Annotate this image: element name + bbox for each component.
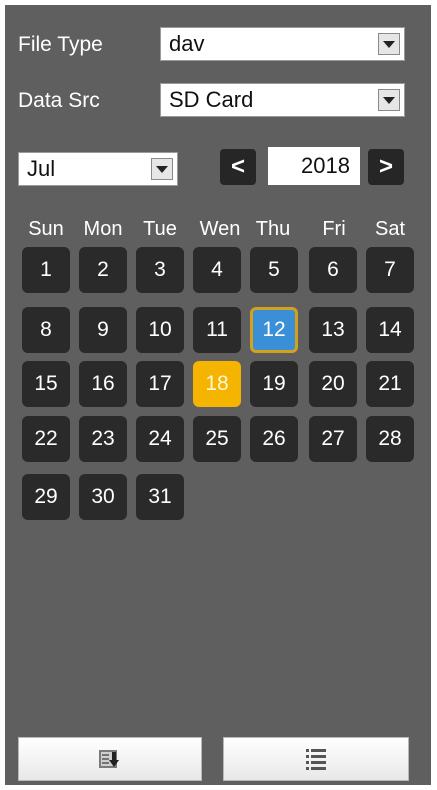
data-src-value: SD Card — [169, 87, 254, 112]
weekday-sat: Sat — [374, 218, 406, 240]
calendar-day-15[interactable]: 15 — [22, 361, 70, 407]
file-list-button[interactable] — [223, 737, 409, 781]
calendar-day-17[interactable]: 17 — [136, 361, 184, 407]
file-type-label: File Type — [18, 33, 103, 56]
month-select[interactable]: Jul — [18, 152, 178, 186]
calendar-day-16[interactable]: 16 — [79, 361, 127, 407]
chevron-right-icon: > — [378, 153, 393, 180]
calendar-day-14[interactable]: 14 — [366, 307, 414, 353]
calendar-day-1[interactable]: 1 — [22, 247, 70, 293]
weekday-tue: Tue — [143, 218, 177, 240]
next-year-button[interactable]: > — [368, 149, 404, 185]
calendar-day-2[interactable]: 2 — [79, 247, 127, 293]
calendar-day-19[interactable]: 19 — [250, 361, 298, 407]
calendar-day-4[interactable]: 4 — [193, 247, 241, 293]
calendar-day-13[interactable]: 13 — [309, 307, 357, 353]
calendar-day-29[interactable]: 29 — [22, 474, 70, 520]
calendar-day-23[interactable]: 23 — [79, 416, 127, 462]
weekday-mon: Mon — [83, 218, 123, 240]
calendar-day-12[interactable]: 12 — [250, 307, 298, 353]
month-value: Jul — [27, 156, 56, 181]
list-icon — [306, 749, 326, 770]
calendar-day-8[interactable]: 8 — [22, 307, 70, 353]
calendar-day-31[interactable]: 31 — [136, 474, 184, 520]
year-field[interactable]: 2018 — [268, 147, 360, 185]
chevron-down-icon[interactable] — [378, 89, 400, 111]
calendar-day-7[interactable]: 7 — [366, 247, 414, 293]
weekday-wen: Wen — [199, 218, 241, 240]
weekday-fri: Fri — [322, 218, 346, 240]
chevron-down-icon[interactable] — [378, 33, 400, 55]
download-button[interactable] — [18, 737, 202, 781]
calendar-day-6[interactable]: 6 — [309, 247, 357, 293]
calendar-day-10[interactable]: 10 — [136, 307, 184, 353]
calendar-day-9[interactable]: 9 — [79, 307, 127, 353]
data-src-label: Data Src — [18, 89, 100, 112]
calendar-day-24[interactable]: 24 — [136, 416, 184, 462]
calendar-day-27[interactable]: 27 — [309, 416, 357, 462]
data-src-select[interactable]: SD Card — [160, 83, 405, 117]
calendar-day-26[interactable]: 26 — [250, 416, 298, 462]
calendar-day-20[interactable]: 20 — [309, 361, 357, 407]
weekday-thu: Thu — [255, 218, 291, 240]
calendar-day-18[interactable]: 18 — [193, 361, 241, 407]
prev-year-button[interactable]: < — [220, 149, 256, 185]
calendar-day-3[interactable]: 3 — [136, 247, 184, 293]
download-icon — [99, 750, 119, 768]
file-type-select[interactable]: dav — [160, 27, 405, 61]
chevron-left-icon: < — [230, 153, 245, 180]
year-value: 2018 — [301, 153, 350, 178]
calendar-day-5[interactable]: 5 — [250, 247, 298, 293]
calendar-day-25[interactable]: 25 — [193, 416, 241, 462]
calendar-day-28[interactable]: 28 — [366, 416, 414, 462]
chevron-down-icon[interactable] — [151, 158, 173, 180]
calendar-day-30[interactable]: 30 — [79, 474, 127, 520]
calendar-day-21[interactable]: 21 — [366, 361, 414, 407]
calendar-day-11[interactable]: 11 — [193, 307, 241, 353]
calendar-day-22[interactable]: 22 — [22, 416, 70, 462]
file-type-value: dav — [169, 31, 205, 56]
weekday-sun: Sun — [28, 218, 64, 240]
